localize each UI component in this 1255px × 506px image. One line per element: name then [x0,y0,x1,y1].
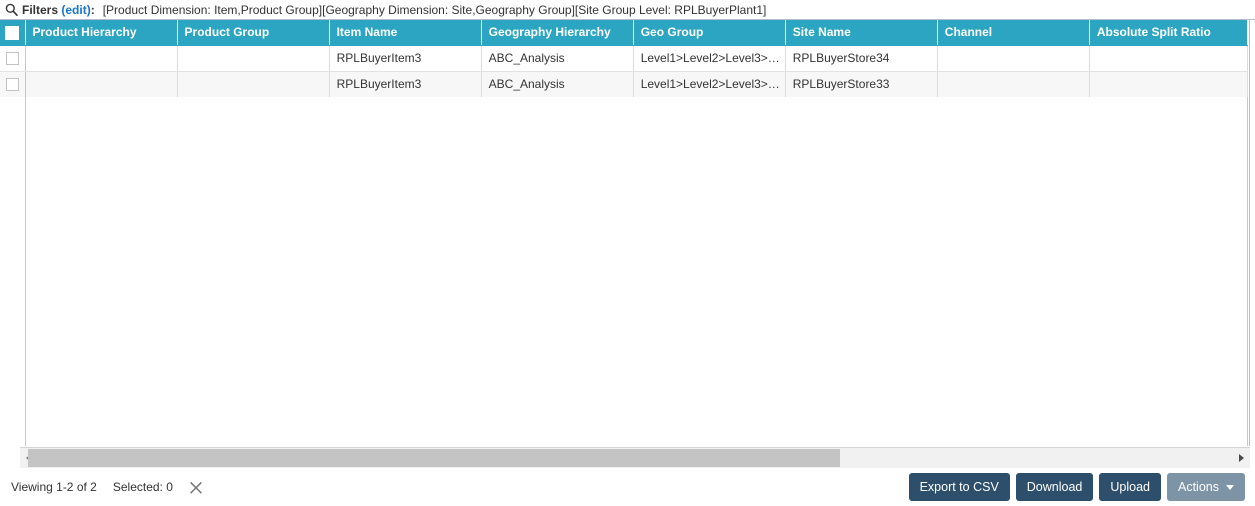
cell-site-name: RPLBuyerStore34 [785,45,938,72]
select-all-header-cell[interactable] [0,20,26,46]
download-button[interactable]: Download [1015,473,1094,501]
cell-geography-hierarchy: ABC_Analysis [481,45,634,72]
results-table: Product Hierarchy Product Group Item Nam… [0,20,1249,98]
footer-bar: Viewing 1-2 of 2 Selected: 0 Export to C… [0,468,1255,506]
column-header-item-name[interactable]: Item Name [329,20,482,46]
upload-button[interactable]: Upload [1099,473,1161,501]
grid-column-divider [25,97,26,446]
filter-bar: Filters (edit) : [Product Dimension: Ite… [0,0,1255,19]
scroll-right-arrow-icon[interactable] [1233,448,1250,468]
row-checkbox[interactable] [5,52,19,66]
cell-site-name: RPLBuyerStore33 [785,71,938,98]
cell-product-group [177,71,330,98]
column-header-geo-group[interactable]: Geo Group [633,20,786,46]
selected-count-label: Selected: 0 [112,480,173,494]
filters-label: Filters [22,2,59,17]
actions-dropdown-label: Actions [1178,480,1219,494]
row-select-cell[interactable] [0,71,26,98]
select-all-checkbox[interactable] [5,25,20,40]
cell-geography-hierarchy: ABC_Analysis [481,71,634,98]
table-row[interactable]: RPLBuyerItem3 ABC_Analysis Level1>Level2… [0,71,1249,98]
chevron-down-icon [1226,484,1234,490]
horizontal-scrollbar-thumb[interactable] [28,449,840,467]
actions-dropdown-button[interactable]: Actions [1167,473,1245,501]
cell-geo-group: Level1>Level2>Level3>RPL... [633,71,786,98]
filters-colon: : [90,2,95,17]
horizontal-scrollbar[interactable] [20,447,1250,468]
column-header-channel[interactable]: Channel [937,20,1090,46]
row-select-cell[interactable] [0,45,26,72]
cell-product-group [177,45,330,72]
table-header-row: Product Hierarchy Product Group Item Nam… [0,20,1249,46]
column-header-product-group[interactable]: Product Group [177,20,330,46]
cell-product-hierarchy [25,71,178,98]
export-to-csv-button[interactable]: Export to CSV [908,473,1010,501]
row-checkbox[interactable] [5,78,19,92]
cell-channel [937,71,1090,98]
cell-geo-group: Level1>Level2>Level3>RPL... [633,45,786,72]
data-grid: Product Hierarchy Product Group Item Nam… [0,19,1255,468]
viewing-count-label: Viewing 1-2 of 2 [11,480,97,494]
filters-value: [Product Dimension: Item,Product Group][… [102,2,767,17]
grid-right-border [1249,20,1250,446]
table-row[interactable]: RPLBuyerItem3 ABC_Analysis Level1>Level2… [0,45,1249,72]
cell-absolute-split-ratio [1089,71,1249,98]
column-header-geography-hierarchy[interactable]: Geography Hierarchy [481,20,634,46]
cell-item-name: RPLBuyerItem3 [329,71,482,98]
cell-item-name: RPLBuyerItem3 [329,45,482,72]
cell-absolute-split-ratio [1089,45,1249,72]
grid-empty-area [0,97,1248,446]
grid-scroll-area: Product Hierarchy Product Group Item Nam… [0,20,1255,446]
clear-selection-icon[interactable] [189,481,203,495]
column-header-product-hierarchy[interactable]: Product Hierarchy [25,20,178,46]
cell-channel [937,45,1090,72]
filters-edit-link[interactable]: (edit) [61,3,90,17]
column-header-absolute-split-ratio[interactable]: Absolute Split Ratio [1089,20,1249,46]
column-header-site-name[interactable]: Site Name [785,20,938,46]
search-icon [5,3,18,16]
footer-status-group: Viewing 1-2 of 2 Selected: 0 [0,480,203,494]
cell-product-hierarchy [25,45,178,72]
footer-actions-group: Export to CSV Download Upload Actions [908,473,1255,501]
